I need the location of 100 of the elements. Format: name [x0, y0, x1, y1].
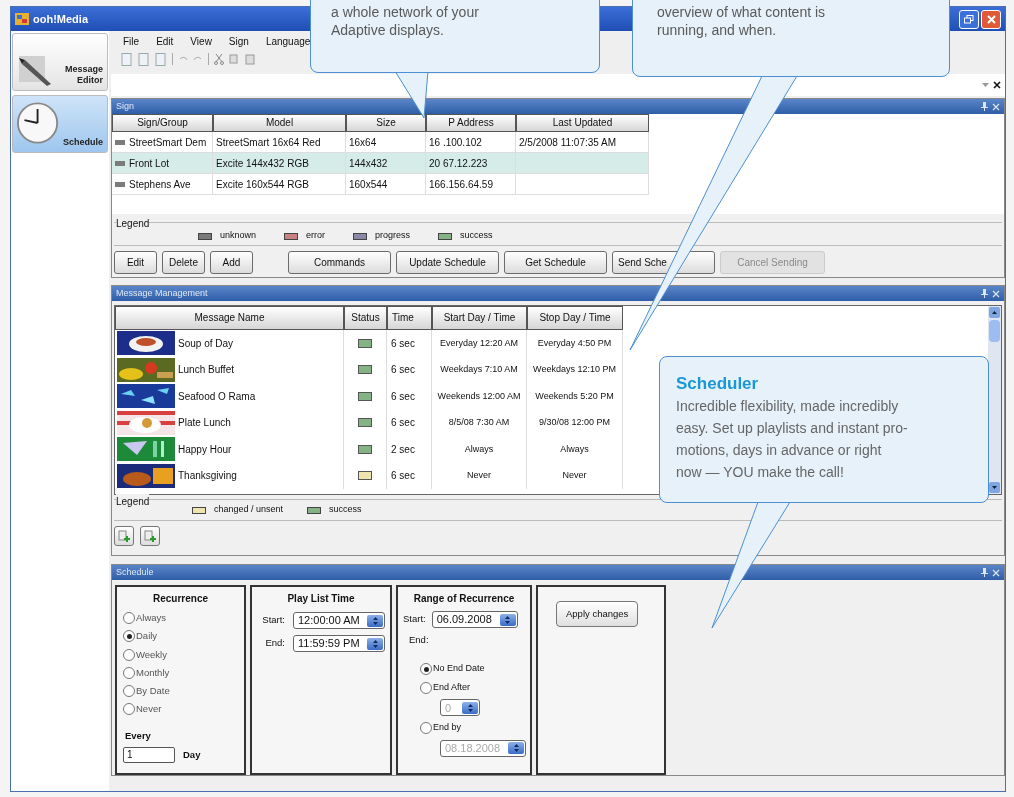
radio-button[interactable]	[123, 703, 135, 716]
add-message-button[interactable]	[140, 526, 160, 546]
panel-title: Message Management	[116, 286, 208, 300]
spin-field[interactable]: 12:00:00 AM	[293, 612, 385, 629]
menu-item[interactable]: View	[190, 34, 212, 49]
callout-text: Incredible flexibility, made incredibly	[676, 397, 900, 416]
document-icon	[121, 52, 133, 66]
radio-button[interactable]	[123, 685, 135, 698]
message-name: Happy Hour	[178, 442, 232, 457]
group-title: Play List Time	[286, 592, 356, 606]
panel-title: Sign	[116, 99, 134, 113]
menu-item[interactable]: File	[123, 34, 140, 49]
table-cell-text: 2/5/2008 11:07:35 AM	[519, 135, 617, 150]
legend-label: progress	[375, 229, 411, 243]
table-cell-text: Excite 144x432 RGB	[216, 156, 309, 171]
radio-label: End by	[433, 721, 462, 735]
table-cell-text: 160x544	[349, 177, 388, 192]
restore-button[interactable]	[959, 9, 979, 29]
pin-close-icon[interactable]	[981, 568, 1000, 577]
scroll-up-icon[interactable]	[989, 307, 1000, 318]
radio-label: Daily	[136, 629, 158, 644]
table-cell-text: Weekdays 7:10 AM	[440, 363, 518, 376]
spin-field[interactable]: 11:59:59 PM	[293, 635, 385, 652]
copy-icon	[229, 53, 240, 65]
scroll-down-icon[interactable]	[989, 482, 1000, 493]
add-message-button[interactable]	[114, 526, 134, 546]
spin-field[interactable]: 06.09.2008	[431, 611, 518, 628]
radio-button[interactable]	[420, 681, 432, 694]
input-field[interactable]: 1	[123, 746, 175, 763]
column-header[interactable]: Last Updated	[516, 114, 649, 132]
callout-text: now — YOU make the call!	[676, 463, 845, 482]
radio-label: Monthly	[136, 665, 170, 680]
table-cell-text: 6 sec	[391, 363, 415, 378]
close-button[interactable]	[981, 9, 1001, 29]
radio-button[interactable]	[123, 648, 135, 661]
field-label: End:	[409, 633, 430, 647]
action-button[interactable]: Update Schedule	[396, 251, 499, 274]
action-button[interactable]: Commands	[288, 251, 391, 274]
spinner-icon	[372, 616, 378, 625]
column-header[interactable]: Message Name	[115, 306, 344, 330]
radio-button[interactable]	[123, 612, 135, 625]
legend-label: error	[306, 229, 326, 243]
document-icon	[155, 52, 167, 66]
field-label: Start:	[403, 612, 426, 627]
spinner-icon	[467, 703, 473, 712]
scroll-thumb[interactable]	[989, 320, 1000, 342]
apply-button[interactable]: Apply changes	[556, 601, 639, 628]
radio-label: Never	[136, 702, 162, 717]
radio-label: By Date	[136, 684, 170, 698]
nav-button[interactable]: Schedule	[12, 95, 108, 153]
action-button[interactable]: Add	[210, 251, 253, 274]
action-button[interactable]: Get Schedule	[504, 251, 607, 274]
table-cell-text: Weekdays 12:10 PM	[533, 363, 616, 376]
spinner-icon	[505, 615, 511, 624]
status-chip	[115, 160, 125, 166]
table-cell-text: 6 sec	[391, 389, 415, 404]
table-cell: Weekends 12:00 AM	[437, 389, 521, 403]
table-cell-text: Stephens Ave	[129, 177, 191, 192]
pin-close-icon[interactable]	[981, 289, 1000, 298]
table-cell-text: 8/5/08 7:30 AM	[448, 416, 510, 429]
legend-title: Legend	[116, 216, 150, 231]
radio-button[interactable]	[123, 666, 135, 679]
table-row[interactable]: StreetSmart Dem StreetSmart 16x64 Red 16x64 16 .100.102 2/5/2008 11:07:35 AM	[112, 132, 649, 153]
column-header[interactable]: Size	[346, 114, 426, 132]
column-header[interactable]: Model	[213, 114, 346, 132]
callout-text: Adaptive displays.	[331, 21, 445, 39]
table-cell: Always	[464, 442, 494, 456]
table-cell-text: 6 sec	[391, 469, 415, 484]
menu-item[interactable]: Sign	[228, 34, 249, 49]
message-name: Lunch Buffet	[178, 363, 234, 378]
restore-icon	[964, 14, 974, 24]
menu-item[interactable]: Edit	[156, 34, 174, 49]
table-row[interactable]: Stephens Ave Excite 160x544 RGB 160x544 166.156.64.59	[112, 174, 649, 195]
callout-text: motions, days in advance or right	[676, 441, 883, 460]
column-header[interactable]: Time	[387, 306, 432, 330]
table-cell-text: 20 67.12.223	[429, 156, 488, 171]
column-header[interactable]: Sign/Group	[112, 114, 213, 132]
menu-item[interactable]: Language	[265, 34, 311, 49]
radio-button[interactable]	[420, 663, 432, 675]
pin-close-icon[interactable]	[981, 102, 1000, 111]
message-name: Thanksgiving	[178, 469, 237, 484]
action-button[interactable]: Edit	[114, 251, 157, 274]
table-row[interactable]: Front Lot Excite 144x432 RGB 144x432 20 67.12.223	[112, 153, 649, 174]
legend-label: success	[460, 229, 493, 243]
field-label: Every	[125, 728, 152, 743]
legend-label: changed / unsent	[214, 503, 284, 517]
callout-text: a whole network of your	[331, 3, 480, 21]
group-title: Recurrence	[152, 592, 209, 606]
radio-button[interactable]	[123, 630, 135, 643]
action-button[interactable]: Delete	[162, 251, 205, 274]
callout-text: overview of what content is	[657, 3, 827, 21]
column-header[interactable]: P Address	[426, 114, 516, 132]
callout-title: Scheduler	[676, 373, 760, 395]
column-header[interactable]: Stop Day / Time	[527, 306, 623, 330]
message-name: Plate Lunch	[178, 416, 231, 431]
column-header[interactable]: Start Day / Time	[432, 306, 527, 330]
app-icon	[15, 13, 29, 25]
column-header[interactable]: Status	[344, 306, 387, 330]
radio-button[interactable]	[420, 722, 432, 734]
nav-button[interactable]: Message Editor	[12, 33, 108, 91]
